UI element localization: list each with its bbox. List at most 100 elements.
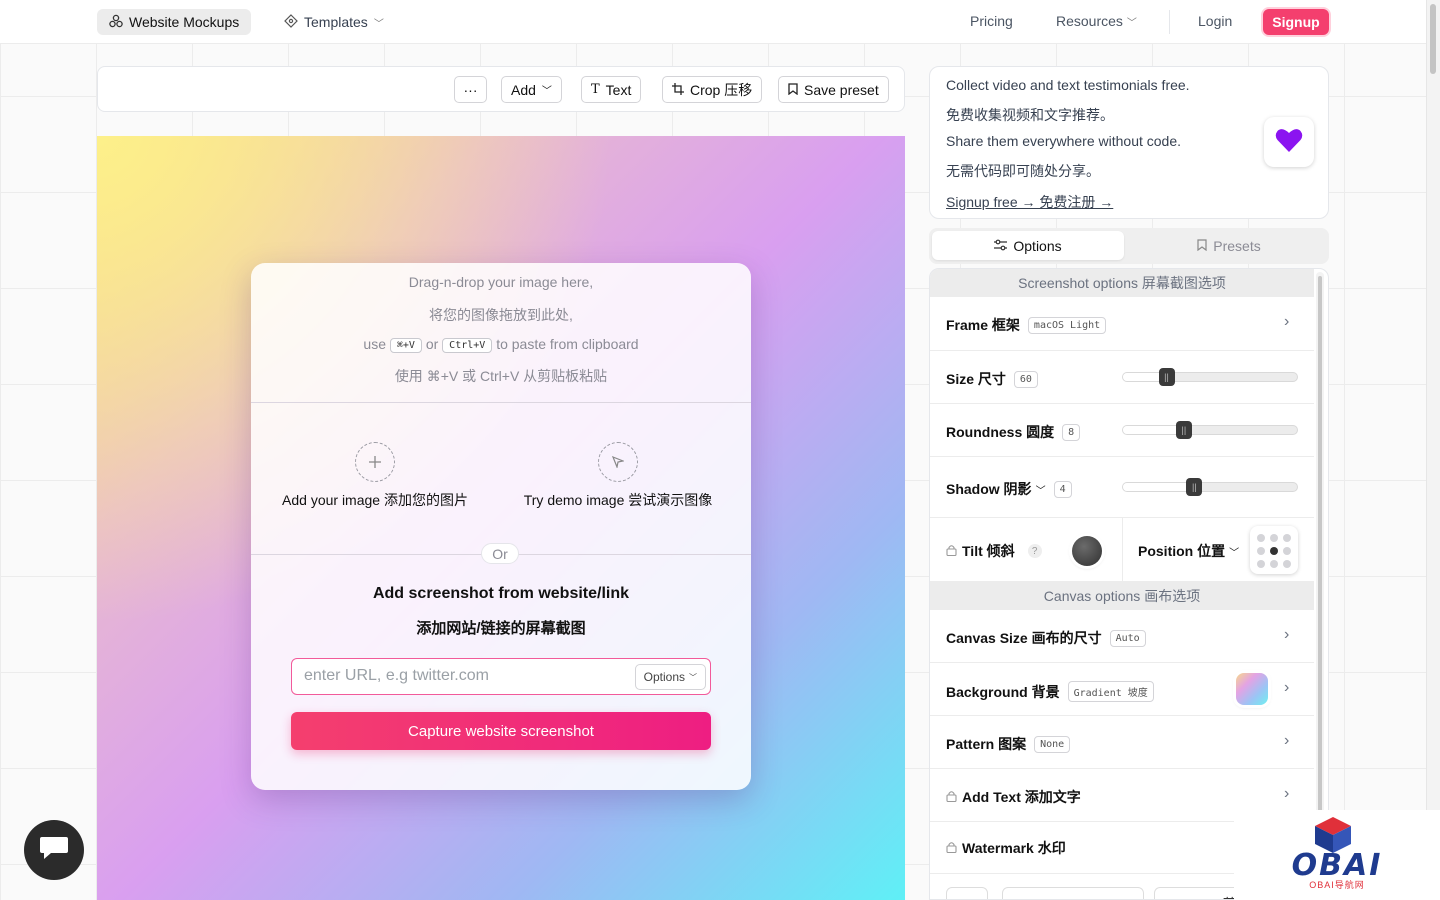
position-dot[interactable] [1270,534,1278,542]
nav-login[interactable]: Login [1198,13,1232,29]
roundness-label: Roundness 圆度 8 [946,422,1081,442]
nav-pricing[interactable]: Pricing [970,13,1013,29]
add-text-label: Add Text 添加文字 [946,787,1081,807]
canvas-size-row[interactable]: Canvas Size 画布的尺寸 Auto › [930,610,1314,663]
chat-icon [39,835,69,866]
nav-resources-label: Resources [1056,13,1123,29]
shadow-row: Shadow 阴影 ﹀ 4 || [930,457,1314,518]
shadow-slider-thumb[interactable]: || [1186,478,1203,496]
position-dot[interactable] [1257,534,1265,542]
position-dot[interactable] [1257,560,1265,568]
chevron-down-icon: ﹀ [1126,17,1137,29]
position-label[interactable]: Position 位置 ﹀ [1138,541,1239,561]
bookmark-icon [788,82,798,98]
panel-tabs: Options Presets [929,228,1329,264]
promo-line-4: 无需代码即可随处分享。 [946,163,1100,179]
heart-logo [1264,117,1314,167]
paste-use: use [363,336,386,352]
text-button[interactable]: T Text [581,76,642,103]
help-icon[interactable]: ? [1027,544,1042,558]
shadow-label-text: Shadow 阴影 [946,481,1032,497]
roundness-slider-fill [1123,426,1184,434]
background-swatch[interactable] [1236,673,1268,705]
cursor-icon[interactable] [598,442,638,482]
capture-screenshot-button[interactable]: Capture website screenshot [291,712,711,750]
demo-image-option[interactable]: Try demo image 尝试演示图像 [503,490,733,510]
bottom-action-button[interactable] [1002,887,1144,899]
add-button[interactable]: Add ﹀ [501,76,562,103]
pattern-label: Pattern 图案 None [946,734,1071,754]
crop-button[interactable]: Crop 压移 [662,76,763,103]
chevron-right-icon: › [1284,732,1290,749]
templates-icon [284,13,298,31]
promo-signup-link[interactable]: Signup free → 免费注册 → [946,192,1113,212]
position-dot-selected[interactable] [1270,547,1278,555]
tab-presets[interactable]: Presets [1133,231,1325,260]
paste-tail: to paste from clipboard [496,336,639,352]
shadow-label[interactable]: Shadow 阴影 ﹀ 4 [946,479,1072,499]
size-row: Size 尺寸 60 || [930,351,1314,404]
website-screenshot-title-cn: 添加网站/链接的屏幕截图 [416,620,586,637]
more-button[interactable]: ··· [454,76,487,103]
tilt-knob[interactable] [1072,536,1102,566]
text-icon: T [591,82,600,97]
nav-website-mockups-label: Website Mockups [129,14,240,30]
size-slider-thumb[interactable]: || [1158,368,1175,386]
url-input[interactable]: enter URL, e.g twitter.com [304,667,489,685]
nav-website-mockups[interactable]: Website Mockups [97,9,252,35]
add-image-option[interactable]: Add your image 添加您的图片 [251,490,499,510]
save-preset-button[interactable]: Save preset [778,76,889,103]
kbd-ctrl-v: Ctrl+V [442,338,493,353]
page-scrollbar-thumb[interactable] [1430,4,1436,74]
chevron-right-icon: › [1284,785,1290,802]
position-dot[interactable] [1283,547,1291,555]
crop-button-label: Crop 压移 [690,81,753,98]
lock-icon [946,789,957,805]
size-slider[interactable]: || [1122,368,1298,386]
page-scrollbar[interactable] [1426,0,1440,900]
frame-label-text: Frame 框架 [946,317,1020,333]
position-label-text: Position 位置 [1138,543,1226,559]
pattern-row[interactable]: Pattern 图案 None › [930,716,1314,769]
url-options-button[interactable]: Options ﹀ [634,664,706,690]
frame-row[interactable]: Frame 框架 macOS Light › [930,297,1314,351]
position-dot[interactable] [1257,547,1265,555]
image-drop-card[interactable]: Drag-n-drop your image here, 将您的图像拖放到此处,… [251,263,751,790]
panel-scrollbar-thumb[interactable] [1318,276,1322,826]
size-value-badge: 60 [1013,370,1038,388]
canvas-size-badge: Auto [1109,629,1146,647]
shadow-slider-fill [1123,483,1195,491]
save-preset-label: Save preset [804,81,879,98]
watermark-label: Watermark 水印 [946,838,1066,858]
position-dot[interactable] [1270,560,1278,568]
chevron-down-icon: ﹀ [1035,485,1046,497]
nav-templates-label: Templates [304,14,368,30]
drop-hint-cn: 将您的图像拖放到此处, [429,307,573,323]
chat-button[interactable] [24,820,84,880]
website-screenshot-title: Add screenshot from website/link [372,585,630,602]
signup-button[interactable]: Signup [1263,9,1329,35]
text-button-label: Text [605,81,632,98]
promo-card: Collect video and text testimonials free… [929,66,1329,219]
roundness-slider[interactable]: || [1122,421,1298,439]
canvas-options-header: Canvas options 画布选项 [930,582,1314,610]
url-field[interactable]: enter URL, e.g twitter.com Options ﹀ [291,658,711,695]
roundness-slider-thumb[interactable]: || [1175,421,1192,439]
plus-icon[interactable] [355,442,395,482]
tab-options[interactable]: Options [932,231,1124,260]
nav-templates[interactable]: Templates ﹀ [272,9,396,35]
nav-resources[interactable]: Resources ﹀ [1056,13,1137,29]
tilt-position-row: Tilt 倾斜 ? Position 位置 ﹀ [930,518,1314,582]
divider [1122,518,1123,582]
bottom-action-button[interactable] [946,887,988,899]
chevron-down-icon: ﹀ [541,86,552,97]
background-row[interactable]: Background 背景 Gradient 坡度 › [930,663,1314,716]
position-dot[interactable] [1283,534,1291,542]
position-dot[interactable] [1283,560,1291,568]
shadow-value-badge: 4 [1053,480,1072,498]
chevron-down-icon: ﹀ [1229,547,1240,559]
screenshot-options-header: Screenshot options 屏幕截图选项 [930,269,1314,297]
position-grid[interactable] [1250,526,1298,574]
shadow-slider[interactable]: || [1122,478,1298,496]
chevron-down-icon: ﹀ [373,18,384,30]
